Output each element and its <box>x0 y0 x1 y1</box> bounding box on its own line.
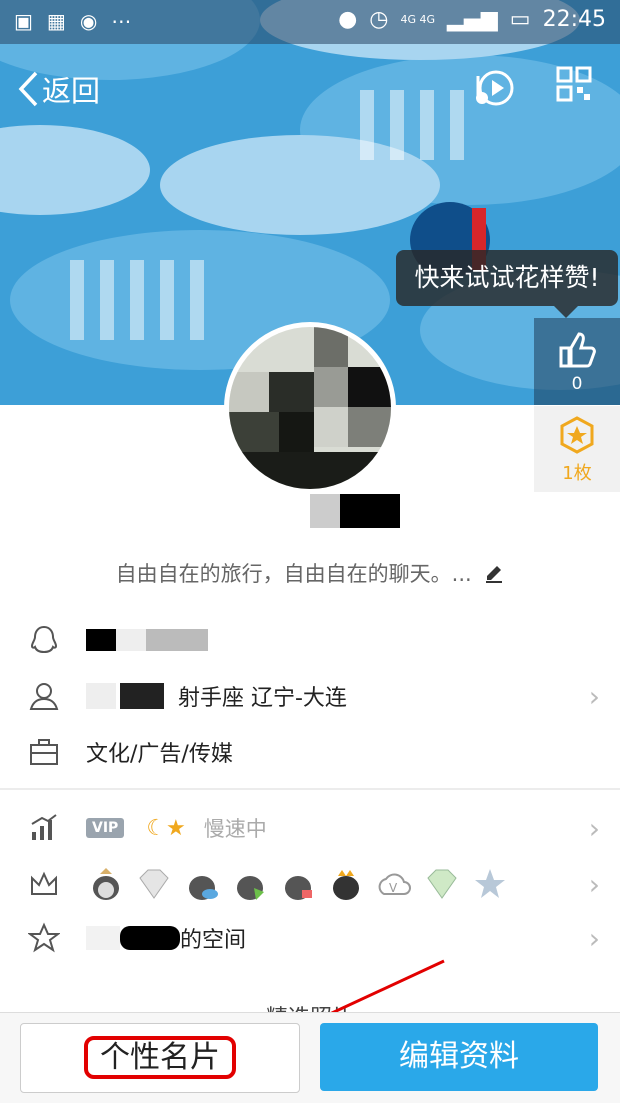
person-icon <box>29 683 59 710</box>
penguin-green-badge-icon <box>237 876 264 900</box>
apps-icon: ▦ <box>46 9 66 33</box>
penguin-outline-icon <box>30 625 58 654</box>
penguin-crown-badge-icon <box>333 870 359 900</box>
clock: 22:45 <box>542 7 606 32</box>
badges-row[interactable]: V › <box>0 856 620 912</box>
penguin-badge-icon <box>93 868 119 900</box>
acceleration-status: 慢速中 <box>203 817 267 841</box>
qr-code-icon[interactable] <box>556 66 592 106</box>
qq-number-row <box>0 612 620 668</box>
avatar-image <box>229 327 391 489</box>
star-badge-icon <box>560 416 594 454</box>
chevron-right-icon: › <box>588 921 600 955</box>
level-chart-icon <box>31 814 57 840</box>
vip-level-row[interactable]: VIP ☾★ 慢速中 › <box>0 800 620 856</box>
moon-star-level-icon: ☾★ <box>146 815 186 841</box>
industry-text: 文化/广告/传媒 <box>86 742 233 767</box>
alarm-icon: ◷ <box>369 7 389 32</box>
chevron-left-icon <box>18 71 38 107</box>
penguin-gift-badge-icon <box>285 876 312 900</box>
back-button[interactable]: 返回 <box>18 68 100 110</box>
profile-detail-row[interactable]: 射手座 辽宁-大连 › <box>0 668 620 724</box>
status-bar: ▣ ▦ ◉ ⋯ ● ◷ 4G 4G ▂▄▆ ▭ 22:45 <box>0 0 620 44</box>
age-redacted <box>86 683 116 709</box>
bottom-action-bar: 个性名片 编辑资料 <box>0 1012 620 1103</box>
network-label: 4G 4G <box>400 13 436 26</box>
navigation-bar: 返回 <box>0 58 620 118</box>
like-tooltip: 快来试试花样赞! <box>396 250 618 318</box>
signature[interactable]: 自由自在的旅行，自由自在的聊天。... <box>0 558 620 588</box>
owner-name-redacted <box>86 926 120 950</box>
diamond-badge-icon <box>139 869 169 899</box>
gallery-icon: ▣ <box>14 9 33 33</box>
briefcase-icon <box>30 739 58 765</box>
green-diamond-badge-icon <box>427 869 457 899</box>
owner-name-redacted-2 <box>120 926 180 950</box>
signal-icon: ▂▄▆ <box>447 7 498 32</box>
badge-count: 1枚 <box>562 463 592 484</box>
svg-text:V: V <box>389 881 398 895</box>
nickname-redacted <box>272 494 402 528</box>
battery-icon: ▭ <box>509 7 531 32</box>
avatar[interactable] <box>224 322 396 494</box>
thumbs-up-icon <box>559 332 596 368</box>
star-badge-icon <box>475 869 505 898</box>
qq-number-redacted <box>86 629 208 651</box>
industry-row: 文化/广告/传媒 <box>0 724 620 780</box>
back-label: 返回 <box>42 74 101 108</box>
gender-redacted <box>120 683 164 709</box>
chevron-right-icon: › <box>588 811 600 845</box>
like-count: 0 <box>571 374 583 394</box>
more-icon: ⋯ <box>111 9 132 33</box>
crown-icon <box>31 871 57 895</box>
vip-tag: VIP <box>86 818 125 838</box>
record-icon: ◉ <box>79 9 98 33</box>
edit-profile-button[interactable]: 编辑资料 <box>320 1023 598 1091</box>
qzone-label: 的空间 <box>180 928 247 953</box>
edit-pencil-icon[interactable] <box>484 563 504 588</box>
music-icon[interactable] <box>472 66 514 112</box>
badge-button[interactable]: 1枚 <box>534 406 620 492</box>
penguin-fish-badge-icon <box>189 876 218 900</box>
personal-card-label: 个性名片 <box>84 1036 236 1079</box>
qzone-star-icon <box>28 922 60 953</box>
chevron-right-icon: › <box>588 867 600 901</box>
chevron-right-icon: › <box>588 679 600 713</box>
signature-text: 自由自在的旅行，自由自在的聊天。... <box>115 562 472 586</box>
constellation-location: 射手座 辽宁-大连 <box>178 686 347 711</box>
divider <box>0 788 620 790</box>
cloud-v-badge-icon: V <box>378 873 411 895</box>
like-button[interactable]: 0 <box>534 318 620 405</box>
personal-card-button[interactable]: 个性名片 <box>20 1023 300 1093</box>
location-icon: ● <box>338 7 358 32</box>
